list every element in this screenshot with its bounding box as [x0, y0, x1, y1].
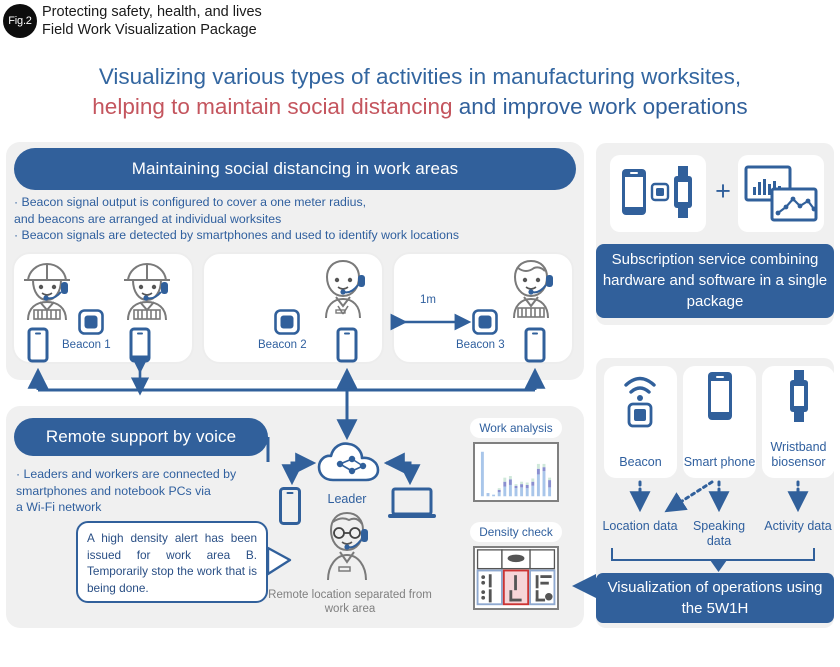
remote-location-label: Remote location separated from work area — [268, 589, 432, 615]
bullet-item: · Beacon signals are detected by smartph… — [14, 228, 459, 242]
alert-speech-bubble: A high density alert has been issued for… — [76, 521, 268, 603]
plus-icon: + — [715, 176, 731, 206]
beacon-label-2: Beacon 2 — [258, 339, 307, 351]
beacon-signal-icon — [624, 376, 656, 428]
leader-label: Leader — [327, 492, 367, 506]
smart-phone-icon — [279, 487, 301, 525]
data-label-speaking: Speaking data — [692, 519, 746, 548]
worker-icon — [513, 259, 553, 319]
bullets-remote-support: · Leaders and workers are connected by s… — [16, 466, 266, 516]
beacon-icon — [78, 309, 104, 335]
worker-icon — [325, 259, 365, 319]
laptop-icon — [388, 487, 436, 518]
leader-icon — [327, 511, 368, 581]
bullets-social-distancing: · Beacon signal output is configured to … — [14, 194, 574, 244]
smart-phone-icon — [129, 327, 151, 363]
cloud-icon — [317, 442, 380, 482]
device-card-wristband: Wristband biosensor — [762, 366, 835, 478]
title-line-2: helping to maintain social distancing an… — [0, 92, 840, 122]
density-check-tag: Density check — [470, 522, 562, 542]
floor-plan-icon — [476, 549, 556, 606]
software-icons-card — [738, 155, 824, 232]
smart-phone-icon — [524, 327, 546, 363]
page-title: Visualizing various types of activities … — [0, 62, 840, 122]
hardware-group-icon — [622, 166, 692, 218]
bullet-item: smartphones and notebook PCs via — [16, 483, 211, 498]
figure-badge: Fig.2 — [3, 4, 37, 38]
data-label-location: Location data — [602, 519, 678, 533]
work-analysis-chart — [473, 442, 559, 502]
header-subtitle-block: Protecting safety, health, and lives Fie… — [42, 3, 262, 39]
smart-phone-icon — [27, 327, 49, 363]
title-highlight-red: helping to maintain social distancing — [92, 94, 453, 119]
header-line-1: Protecting safety, health, and lives — [42, 4, 262, 20]
beacon-icon — [274, 309, 300, 335]
bullet-item: and beacons are arranged at individual w… — [14, 211, 282, 226]
device-card-smart-phone: Smart phone — [683, 366, 756, 478]
bullet-item: a Wi-Fi network — [16, 500, 102, 514]
title-line-2-rest: and improve work operations — [452, 94, 748, 119]
smart-phone-icon — [708, 372, 732, 420]
smart-phone-icon — [336, 327, 358, 363]
density-check-map — [473, 546, 559, 610]
heading-remote-support: Remote support by voice — [14, 418, 268, 456]
software-group-icon — [744, 165, 818, 222]
beacon-label-3: Beacon 3 — [456, 339, 505, 351]
title-line-1: Visualizing various types of activities … — [98, 64, 742, 89]
bullet-item: · Leaders and workers are connected by — [16, 467, 237, 481]
bullet-item: · Beacon signal output is configured to … — [14, 195, 367, 209]
worker-icon — [124, 262, 170, 321]
heading-social-distancing: Maintaining social distancing in work ar… — [14, 148, 576, 190]
beacon-icon — [472, 309, 498, 335]
header-line-2: Field Work Visualization Package — [42, 22, 257, 38]
wristband-icon — [790, 370, 808, 422]
worker-icon — [24, 262, 70, 321]
bar-chart-svg — [480, 451, 552, 497]
beacon-label-1: Beacon 1 — [62, 339, 111, 351]
work-analysis-tag: Work analysis — [470, 418, 562, 438]
distance-label-1m: 1m — [420, 294, 436, 306]
device-label-smart-phone: Smart phone — [683, 455, 756, 469]
data-label-activity: Activity data — [764, 519, 832, 533]
hardware-icons-card — [610, 155, 706, 232]
visualization-caption: Visualization of operations using the 5W… — [596, 573, 834, 623]
device-label-wristband: Wristband biosensor — [770, 440, 827, 469]
device-label-beacon: Beacon — [619, 455, 662, 469]
subscription-caption: Subscription service combining hardware … — [596, 244, 834, 318]
device-card-beacon: Beacon — [604, 366, 677, 478]
page-header: Fig.2 Protecting safety, health, and liv… — [0, 0, 840, 48]
